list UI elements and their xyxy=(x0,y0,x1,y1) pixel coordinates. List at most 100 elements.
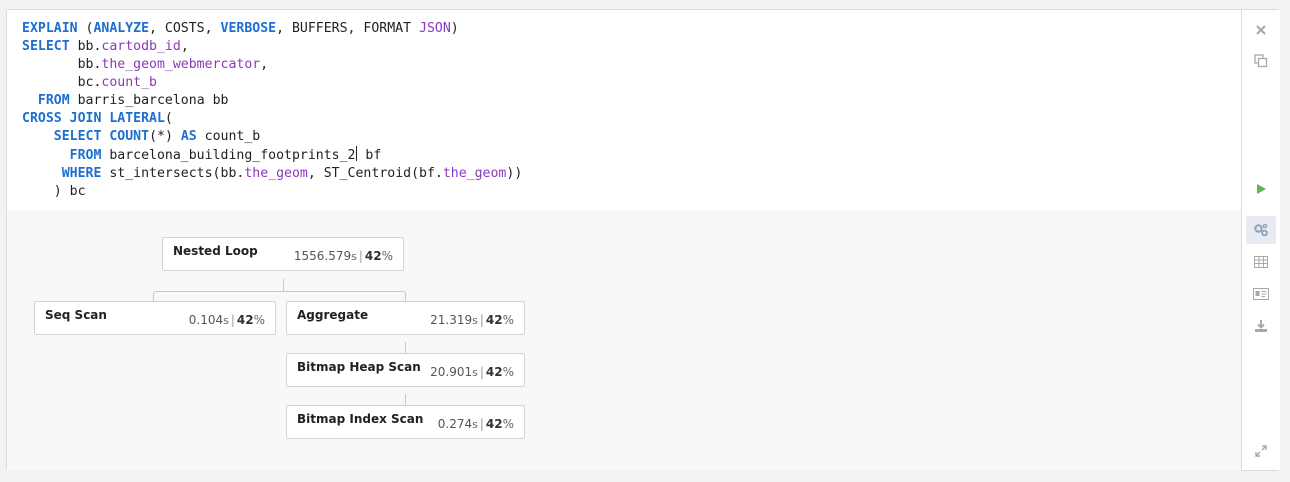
sql-identifier: the_geom xyxy=(244,166,308,181)
plan-node-nested-loop[interactable]: Nested Loop 1556.579s | 42% xyxy=(162,237,404,271)
sql-identifier: cartodb_id xyxy=(101,39,181,54)
plan-view-button[interactable] xyxy=(1246,216,1276,244)
plan-node-time: 1556.579 xyxy=(293,249,352,263)
sql-keyword: CROSS JOIN LATERAL xyxy=(22,111,165,126)
plan-node-name: Seq Scan xyxy=(45,308,107,322)
card-icon xyxy=(1253,288,1269,300)
time-unit: s xyxy=(472,366,478,379)
plan-node-percent: 42 xyxy=(485,417,503,431)
expand-icon xyxy=(1255,445,1267,457)
plan-node-bitmap-index-scan[interactable]: Bitmap Index Scan 0.274s | 42% xyxy=(286,405,525,439)
time-unit: s xyxy=(223,314,229,327)
sql-text: , BUFFERS, FORMAT xyxy=(276,21,420,36)
sql-editor[interactable]: EXPLAIN ( ANALYZE, COSTS, VERBOSE, BUFFER… xyxy=(7,10,1241,211)
sql-keyword: WHERE xyxy=(61,166,102,181)
expand-button[interactable] xyxy=(1242,437,1280,465)
close-icon xyxy=(1256,25,1266,35)
side-toolbar xyxy=(1241,10,1280,470)
plan-node-seq-scan[interactable]: Seq Scan 0.104s | 42% xyxy=(34,301,276,335)
plan-node-name: Aggregate xyxy=(297,308,369,322)
code-line[interactable]: EXPLAIN (ANALYZE, COSTS, VERBOSE, BUFFER… xyxy=(22,21,459,36)
code-line[interactable]: CROSS JOIN LATERAL( xyxy=(22,111,173,126)
sql-text: barris_barcelona bb xyxy=(69,93,229,108)
run-icon xyxy=(1255,183,1267,195)
plan-node-name: Nested Loop xyxy=(173,244,258,258)
sql-keyword: ANALYZE xyxy=(93,21,150,36)
sql-code[interactable]: EXPLAIN ( ANALYZE, COSTS, VERBOSE, BUFFER… xyxy=(22,20,522,201)
sql-text: bc. xyxy=(22,75,102,90)
plan-node-metrics: 0.104s | 42% xyxy=(189,313,265,327)
sql-text: )) xyxy=(506,166,523,181)
sql-identifier: the_geom xyxy=(442,166,507,181)
sql-identifier: the_geom_webmercator xyxy=(101,57,261,72)
plan-node-name: Bitmap Index Scan xyxy=(297,412,424,426)
sql-keyword: COUNT xyxy=(109,129,150,144)
code-line[interactable]: bc.count_b xyxy=(22,75,157,90)
sql-text: count_b xyxy=(196,129,261,144)
plan-node-percent: 42 xyxy=(485,365,503,379)
metric-separator: | xyxy=(479,313,484,327)
sql-text: , COSTS, xyxy=(149,21,221,36)
table-view-button[interactable] xyxy=(1242,248,1280,276)
percent-sign: % xyxy=(253,313,265,327)
sql-text: barcelona_building_footprints_2 xyxy=(101,148,356,163)
plan-node-metrics: 1556.579s | 42% xyxy=(294,249,393,263)
percent-sign: % xyxy=(502,313,514,327)
sql-keyword: EXPLAIN xyxy=(22,21,78,36)
plan-node-percent: 42 xyxy=(364,249,382,263)
sql-text: ) bc xyxy=(22,184,86,199)
code-line[interactable]: FROM barris_barcelona bb xyxy=(22,93,229,108)
plan-node-metrics: 0.274s | 42% xyxy=(438,417,514,431)
query-panel: EXPLAIN ( ANALYZE, COSTS, VERBOSE, BUFFER… xyxy=(6,9,1280,471)
sql-keyword: FROM xyxy=(37,93,70,108)
sql-identifier: JSON xyxy=(419,21,451,36)
download-icon xyxy=(1254,319,1268,333)
percent-sign: % xyxy=(502,417,514,431)
metric-separator: | xyxy=(479,365,484,379)
run-query-button[interactable] xyxy=(1242,175,1280,203)
card-view-button[interactable] xyxy=(1242,280,1280,308)
time-unit: s xyxy=(351,250,357,263)
sql-text: ( xyxy=(164,111,173,126)
code-line[interactable]: SELECT bb.cartodb_id, xyxy=(22,39,189,54)
sql-text: bf xyxy=(357,148,382,163)
close-button[interactable] xyxy=(1242,16,1280,44)
sql-text: , xyxy=(260,57,269,72)
copy-button[interactable] xyxy=(1242,47,1280,75)
plan-node-bitmap-heap-scan[interactable]: Bitmap Heap Scan 20.901s | 42% xyxy=(286,353,525,387)
download-button[interactable] xyxy=(1242,312,1280,340)
code-line[interactable]: SELECT COUNT(*) AS count_b xyxy=(22,129,260,144)
sql-keyword: VERBOSE xyxy=(220,21,277,36)
sql-text: (*) xyxy=(149,129,181,144)
sql-keyword: AS xyxy=(180,129,197,144)
explain-plan-diagram: Nested Loop 1556.579s | 42% Seq Scan 0.104… xyxy=(7,210,1241,471)
sql-text: st_intersects(bb. xyxy=(101,166,245,181)
sql-text: bb. xyxy=(69,39,102,54)
code-line[interactable]: bb.the_geom_webmercator, xyxy=(22,57,269,72)
copy-icon xyxy=(1254,54,1268,68)
sql-text: ) xyxy=(450,21,459,36)
metric-separator: | xyxy=(230,313,235,327)
time-unit: s xyxy=(472,314,478,327)
plan-node-percent: 42 xyxy=(236,313,254,327)
table-icon xyxy=(1254,256,1268,268)
sql-keyword: SELECT xyxy=(22,39,70,54)
sql-text: bb. xyxy=(22,57,102,72)
sql-keyword: FROM xyxy=(69,148,102,163)
code-line[interactable]: FROM barcelona_building_footprints_2 bf xyxy=(22,146,382,163)
settings-gears-icon xyxy=(1253,223,1269,237)
plan-node-aggregate[interactable]: Aggregate 21.319s | 42% xyxy=(286,301,525,335)
plan-node-time: 20.901 xyxy=(430,365,473,379)
connector-line xyxy=(283,279,284,291)
code-line[interactable]: ) bc xyxy=(22,184,86,199)
plan-node-metrics: 20.901s | 42% xyxy=(430,365,514,379)
plan-node-time: 0.104 xyxy=(188,313,224,327)
code-line[interactable]: WHERE st_intersects(bb.the_geom, ST_Cent… xyxy=(22,166,523,181)
time-unit: s xyxy=(472,418,478,431)
plan-node-metrics: 21.319s | 42% xyxy=(430,313,514,327)
plan-node-name: Bitmap Heap Scan xyxy=(297,360,421,374)
